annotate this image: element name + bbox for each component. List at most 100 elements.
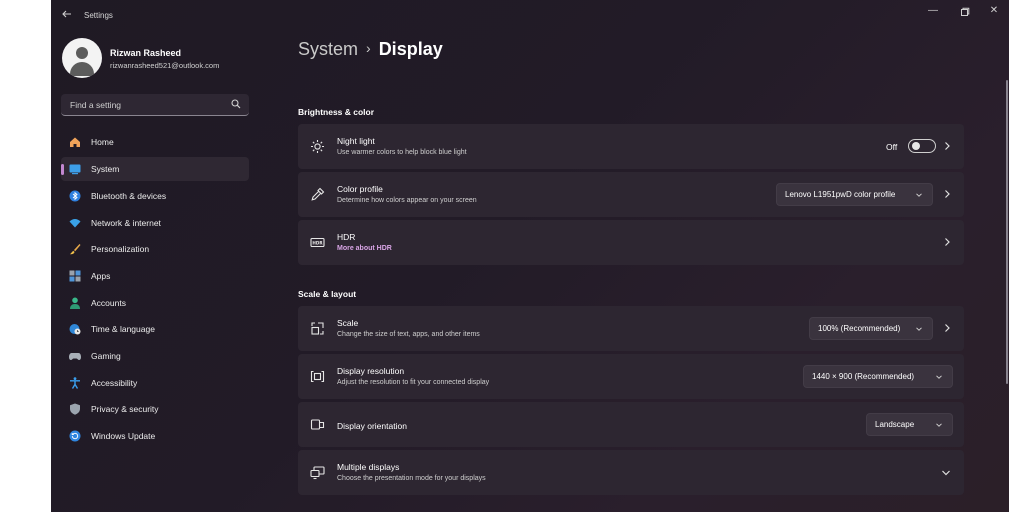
search-placeholder: Find a setting (70, 100, 122, 110)
title-bar: Settings — ✕ (51, 0, 1009, 32)
night-light-card[interactable]: Night light Use warmer colors to help bl… (298, 124, 964, 169)
sidebar-item-windows-update[interactable]: Windows Update (61, 424, 249, 448)
bluetooth-icon (69, 190, 81, 202)
orientation-icon (310, 419, 325, 430)
sidebar-item-gaming[interactable]: Gaming (61, 344, 249, 368)
back-button[interactable] (59, 8, 75, 24)
app-title: Settings (84, 11, 113, 20)
home-icon (70, 137, 80, 147)
scale-icon (311, 322, 324, 335)
wifi-icon (69, 219, 81, 228)
svg-text:HDR: HDR (312, 241, 323, 246)
sidebar-item-network[interactable]: Network & internet (61, 211, 249, 235)
color-profile-dropdown[interactable]: Lenovo L1951pwD color profile (776, 183, 933, 206)
sidebar-item-label: Bluetooth & devices (91, 191, 167, 201)
sidebar-item-accessibility[interactable]: Accessibility (61, 371, 249, 395)
night-light-toggle[interactable] (908, 139, 936, 153)
card-title: Night light (337, 136, 375, 146)
active-indicator (61, 164, 64, 175)
section-title-scale: Scale & layout (298, 289, 357, 299)
eyedropper-icon (311, 187, 325, 201)
resolution-dropdown[interactable]: 1440 × 900 (Recommended) (803, 365, 953, 388)
apps-icon (69, 270, 81, 282)
color-profile-card[interactable]: Color profile Determine how colors appea… (298, 172, 964, 217)
card-title: HDR (337, 232, 356, 242)
user-email: rizwanrasheed521@outlook.com (110, 61, 220, 70)
card-title: Multiple displays (337, 462, 400, 472)
close-button[interactable]: ✕ (982, 4, 1006, 20)
toggle-knob (912, 142, 920, 150)
chevron-down-icon (936, 423, 942, 427)
toggle-state-label: Off (886, 142, 898, 152)
card-subtitle: Adjust the resolution to fit your connec… (337, 379, 490, 386)
shield-icon (70, 403, 80, 415)
sidebar-item-personalization[interactable]: Personalization (61, 237, 249, 261)
card-subtitle: Change the size of text, apps, and other… (337, 331, 480, 338)
scrollbar[interactable] (1006, 80, 1008, 384)
sidebar-item-privacy[interactable]: Privacy & security (61, 397, 249, 421)
sidebar-item-label: Apps (91, 271, 111, 281)
sidebar-item-label: Home (91, 137, 114, 147)
multiple-displays-icon (310, 466, 325, 480)
dropdown-value: 1440 × 900 (Recommended) (812, 372, 915, 381)
accessibility-icon (70, 377, 80, 389)
section-title-brightness: Brightness & color (298, 107, 375, 117)
card-title: Scale (337, 318, 359, 328)
card-subtitle: Choose the presentation mode for your di… (337, 475, 486, 482)
brush-icon (70, 244, 81, 255)
card-title: Display orientation (337, 421, 407, 431)
sidebar-item-time-language[interactable]: Time & language (61, 317, 249, 341)
search-input[interactable]: Find a setting (61, 94, 249, 116)
chevron-right-icon (945, 142, 950, 150)
sidebar-item-accounts[interactable]: Accounts (61, 291, 249, 315)
breadcrumb-parent[interactable]: System (298, 39, 358, 59)
update-icon (69, 430, 81, 442)
sidebar-item-label: Personalization (91, 244, 150, 254)
more-about-hdr-link[interactable]: More about HDR (337, 245, 392, 252)
card-subtitle: Determine how colors appear on your scre… (337, 197, 477, 204)
resolution-icon (310, 370, 325, 383)
settings-window: Settings — ✕ Rizwan Rasheed rizwanrashee… (51, 0, 1009, 512)
back-arrow-icon (62, 10, 71, 18)
dropdown-value: Landscape (875, 420, 915, 429)
globe-clock-icon (69, 324, 81, 335)
chevron-down-icon (936, 375, 942, 379)
search-icon (231, 99, 241, 109)
sidebar-item-label: Accounts (91, 298, 126, 308)
sidebar-item-home[interactable]: Home (61, 130, 249, 154)
hdr-icon: HDR (310, 237, 325, 248)
sidebar-item-label: Windows Update (91, 431, 156, 441)
chevron-down-icon[interactable] (940, 468, 952, 478)
chevron-down-icon (916, 193, 922, 197)
scale-card[interactable]: Scale Change the size of text, apps, and… (298, 306, 964, 351)
dropdown-value: Lenovo L1951pwD color profile (785, 190, 896, 199)
chevron-down-icon (916, 327, 922, 331)
sidebar-item-apps[interactable]: Apps (61, 264, 249, 288)
breadcrumb: System › Display (298, 39, 443, 60)
multiple-displays-card[interactable]: Multiple displays Choose the presentatio… (298, 450, 964, 495)
sidebar-item-bluetooth[interactable]: Bluetooth & devices (61, 184, 249, 208)
avatar[interactable] (62, 38, 102, 78)
breadcrumb-separator: › (366, 40, 371, 56)
chevron-right-icon (945, 190, 950, 198)
scale-dropdown[interactable]: 100% (Recommended) (809, 317, 933, 340)
maximize-button[interactable] (953, 4, 977, 20)
sidebar-item-label: Time & language (91, 324, 155, 334)
sidebar-item-system[interactable]: System (61, 157, 249, 181)
page-title: Display (378, 39, 443, 59)
card-title: Color profile (337, 184, 383, 194)
card-subtitle: Use warmer colors to help block blue lig… (337, 149, 467, 156)
monitor-icon (69, 164, 81, 175)
dropdown-value: 100% (Recommended) (818, 324, 901, 333)
sun-icon (311, 140, 324, 153)
card-title: Display resolution (337, 366, 405, 376)
avatar-head-shape (76, 47, 88, 59)
display-orientation-card: Display orientation Landscape (298, 402, 964, 447)
minimize-button[interactable]: — (921, 4, 945, 20)
user-name: Rizwan Rasheed (110, 48, 182, 58)
display-resolution-card: Display resolution Adjust the resolution… (298, 354, 964, 399)
hdr-card[interactable]: HDR HDR More about HDR (298, 220, 964, 265)
avatar-body-shape (70, 62, 94, 76)
orientation-dropdown[interactable]: Landscape (866, 413, 953, 436)
gamepad-icon (69, 353, 81, 360)
